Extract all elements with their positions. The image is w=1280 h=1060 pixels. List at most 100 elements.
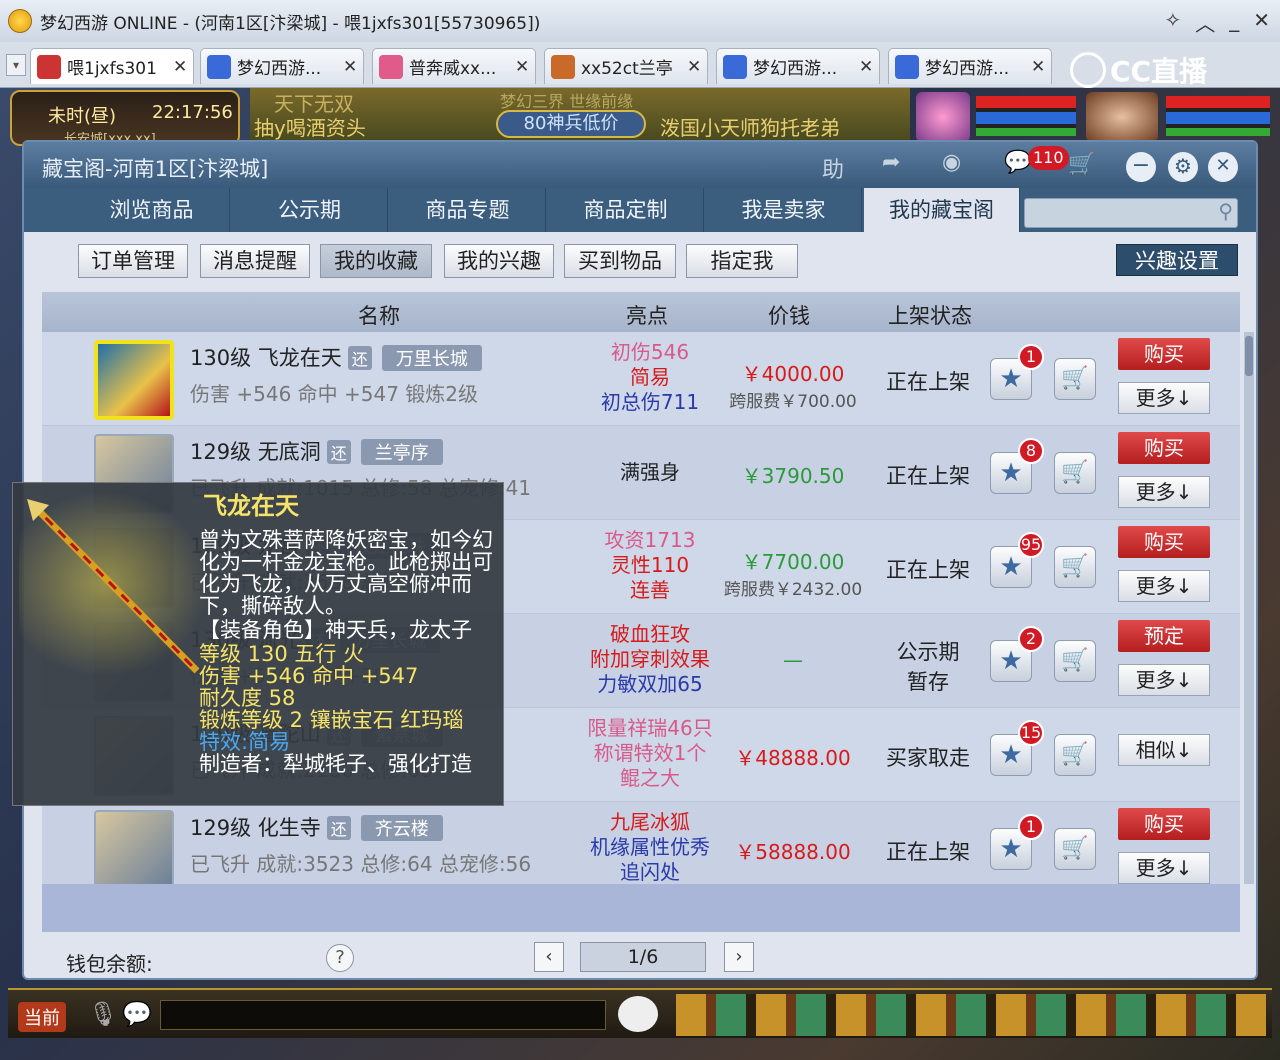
buy-button[interactable]: 购买 — [1118, 432, 1210, 464]
price-cell: ￥7700.00 跨服费￥2432.00 — [722, 546, 864, 600]
player-portrait[interactable] — [1086, 92, 1158, 142]
highlight-text: 鲲之大 — [620, 766, 680, 790]
col-highlight: 亮点 — [626, 304, 668, 328]
pin-icon[interactable]: ✧ — [1164, 8, 1181, 37]
subnav-favorites[interactable]: 我的收藏 — [320, 244, 432, 278]
tab-label: xx52ct兰亭 — [581, 59, 673, 79]
table-row[interactable]: 129级 化生寺还齐云楼 已飞升 成就:3523 总修:64 总宠修:56 九尾… — [42, 802, 1240, 884]
tab-1[interactable]: 喂1jxfs301 ✕ — [30, 48, 194, 84]
add-to-cart-icon[interactable]: 🛒 — [1054, 546, 1096, 588]
subnav-interests[interactable]: 我的兴趣 — [444, 244, 554, 278]
table-row[interactable]: 130级 飞龙在天还万里长城 伤害 +546 命中 +547 锻炼2级 初伤54… — [42, 332, 1240, 426]
buy-button[interactable]: 购买 — [1118, 808, 1210, 840]
minimize-icon[interactable]: _ — [1229, 8, 1239, 37]
subnav-bought[interactable]: 买到物品 — [564, 244, 676, 278]
tab-3[interactable]: 普奔威xx... ✕ — [372, 48, 536, 84]
prev-page-button[interactable]: ‹ — [534, 942, 564, 972]
add-to-cart-icon[interactable]: 🛒 — [1054, 734, 1096, 776]
more-button[interactable]: 相似↓ — [1118, 734, 1210, 766]
settings-icon[interactable]: ⚙ — [1168, 152, 1198, 182]
interest-settings-button[interactable]: 兴趣设置 — [1116, 244, 1238, 276]
more-button[interactable]: 更多↓ — [1118, 476, 1210, 508]
add-to-cart-icon[interactable]: 🛒 — [1054, 828, 1096, 870]
add-to-cart-icon[interactable]: 🛒 — [1054, 358, 1096, 400]
item-title-line: 129级 无底洞还兰亭序 — [190, 436, 443, 466]
close-panel-icon[interactable]: ✕ — [1208, 152, 1238, 182]
item-thumbnail[interactable] — [94, 340, 174, 420]
tab-close-icon[interactable]: ✕ — [173, 57, 193, 77]
listing-status: 公示期 暂存 — [896, 640, 960, 694]
cart-icon[interactable]: 🛒 — [1068, 152, 1095, 177]
tab-close-icon[interactable]: ✕ — [515, 57, 535, 77]
table-header: 名称 亮点 价钱 上架状态 — [42, 292, 1240, 332]
highlight-text: 灵性110 — [610, 553, 690, 577]
nav-topics[interactable]: 商品专题 — [390, 188, 546, 232]
buy-button[interactable]: 购买 — [1118, 526, 1210, 558]
subnav-orders[interactable]: 订单管理 — [78, 244, 188, 278]
highlight-text: 称谓特效1个 — [593, 741, 707, 765]
listing-status: 正在上架 — [886, 558, 970, 582]
buy-button[interactable]: 预定 — [1118, 620, 1210, 652]
tab-close-icon[interactable]: ✕ — [687, 57, 707, 77]
item-title: 129级 化生寺 — [190, 816, 321, 840]
nav-seller[interactable]: 我是卖家 — [706, 188, 862, 232]
scroll-thumb[interactable] — [1245, 336, 1253, 376]
nav-my-pavilion[interactable]: 我的藏宝阁 — [864, 188, 1020, 232]
highlight-cell: 满强身 — [578, 460, 722, 485]
buy-button[interactable]: 购买 — [1118, 338, 1210, 370]
tab-close-icon[interactable]: ✕ — [859, 57, 879, 77]
nav-public[interactable]: 公示期 — [232, 188, 388, 232]
help-icon[interactable]: ? — [326, 944, 354, 972]
more-button[interactable]: 更多↓ — [1118, 382, 1210, 414]
tab-6[interactable]: 梦幻西游... ✕ — [888, 48, 1052, 84]
help-button[interactable]: 助 — [822, 152, 844, 184]
item-thumbnail[interactable] — [94, 810, 174, 884]
item-title-line: 129级 化生寺还齐云楼 — [190, 812, 443, 842]
search-input[interactable]: ⚲ — [1024, 198, 1238, 228]
subnav-assigned[interactable]: 指定我 — [686, 244, 798, 278]
more-button[interactable]: 更多↓ — [1118, 852, 1210, 884]
message-icon[interactable]: 💬 — [1004, 150, 1031, 175]
highlight-text: 机缘属性优秀 — [590, 835, 710, 859]
add-to-cart-icon[interactable]: 🛒 — [1054, 640, 1096, 682]
tab-5[interactable]: 梦幻西游... ✕ — [716, 48, 880, 84]
tab-close-icon[interactable]: ✕ — [343, 57, 363, 77]
listing-status: 正在上架 — [886, 840, 970, 864]
close-icon[interactable]: ✕ — [1253, 8, 1270, 37]
more-button[interactable]: 更多↓ — [1118, 664, 1210, 696]
tooltip-item-name: 飞龙在天 — [203, 492, 299, 520]
channel-current-button[interactable]: 当前 — [18, 1002, 66, 1032]
tab-2[interactable]: 梦幻西游... ✕ — [200, 48, 364, 84]
minimize-panel-icon[interactable]: − — [1126, 152, 1156, 182]
chat-icon[interactable]: 💬 — [122, 1000, 152, 1028]
highlight-text: 限量祥瑞46只 — [587, 716, 713, 740]
pet-portrait[interactable] — [916, 92, 970, 142]
price-cell: ￥48888.00 — [722, 742, 864, 771]
mic-icon[interactable]: 🎙 — [88, 1000, 118, 1028]
add-to-cart-icon[interactable]: 🛒 — [1054, 452, 1096, 494]
nav-browse[interactable]: 浏览商品 — [74, 188, 230, 232]
tab-menu-icon[interactable]: ▾ — [6, 54, 26, 76]
highlight-text: 力敏双加65 — [597, 672, 703, 696]
more-button[interactable]: 更多↓ — [1118, 570, 1210, 602]
next-page-button[interactable]: › — [724, 942, 754, 972]
toolbar-icons[interactable] — [676, 994, 1266, 1036]
tab-4[interactable]: xx52ct兰亭 ✕ — [544, 48, 708, 84]
event-banner: 天下无双 抽y喝酒资头 80神兵低价 梦幻三界 世缘前缘 泼国小天师狗托老弟 — [250, 88, 910, 140]
search-icon[interactable]: ⚲ — [1218, 199, 1233, 223]
collapse-icon[interactable]: ︿ — [1195, 8, 1215, 37]
subnav-messages[interactable]: 消息提醒 — [200, 244, 310, 278]
pet-mascot-icon[interactable] — [618, 996, 658, 1032]
price-value: — — [783, 648, 803, 672]
tab-close-icon[interactable]: ✕ — [1031, 57, 1051, 77]
avatar-icon — [551, 54, 575, 79]
item-title: 130级 飞龙在天 — [190, 346, 342, 370]
nav-custom[interactable]: 商品定制 — [548, 188, 704, 232]
table-scrollbar[interactable] — [1244, 332, 1254, 884]
chat-input[interactable] — [160, 1000, 606, 1030]
record-icon[interactable]: ◉ — [942, 150, 961, 175]
highlight-text: 破血狂攻 — [610, 622, 690, 646]
promo-badge[interactable]: 80神兵低价 — [496, 110, 646, 138]
share-icon[interactable]: ➦ — [882, 150, 900, 175]
highlight-text: 简易 — [630, 365, 670, 389]
